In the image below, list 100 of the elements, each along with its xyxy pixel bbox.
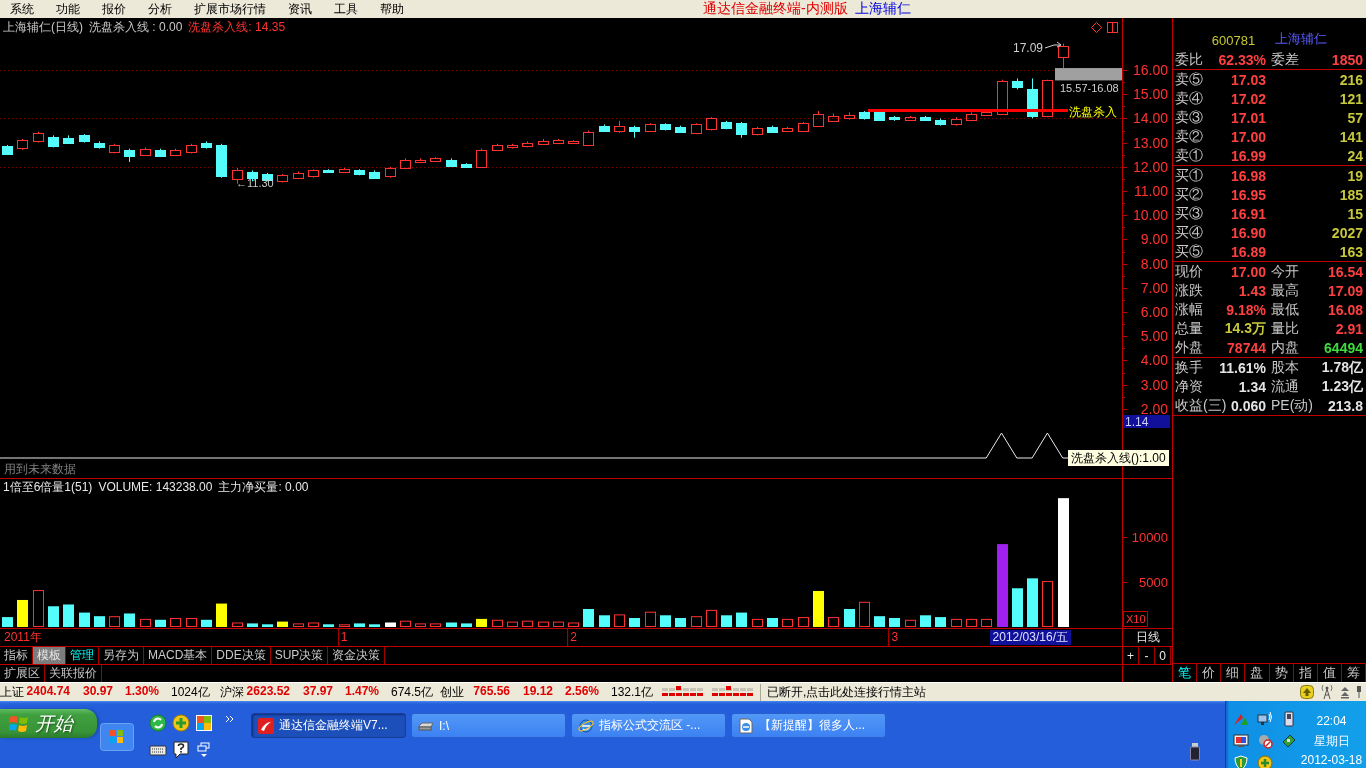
quote-value: 0.060 [1230,397,1266,414]
index-value: 2623.52 [245,683,290,700]
order-volume: 57 [1347,109,1363,126]
antenna-icon[interactable] [1320,684,1334,700]
menu-item[interactable]: 功能 [45,0,91,18]
order-volume: 141 [1339,128,1363,145]
help-icon[interactable] [172,741,190,759]
date-axis-label: 2 [567,629,579,646]
price-axis-label: 7.00 [1140,279,1168,296]
stock-name: 上海辅仁 [1275,30,1328,48]
order-volume: 163 [1339,243,1363,260]
card-icon[interactable] [1281,733,1297,749]
quote-label: 最低 [1271,300,1299,319]
device-icon[interactable] [1281,711,1297,727]
market-bars-icon [660,686,754,698]
network-icon[interactable] [1257,711,1273,727]
volume-header-text: VOLUME: 143238.00 [98,480,213,494]
monitor-icon[interactable] [1233,733,1249,749]
index-percent: 2.56% [563,683,599,700]
order-price: 16.99 [1230,147,1266,164]
diamond-icon[interactable] [1091,21,1102,33]
indicator-value: 洗盘杀入线: 14.35 [188,18,286,36]
price-axis-label: 11.00 [1134,183,1168,199]
price-axis-label: 4.00 [1140,352,1168,369]
tile-icon[interactable] [100,723,134,751]
blocked-icon[interactable] [1257,733,1273,749]
quote-label: 外盘 [1175,338,1203,357]
formula-tab[interactable]: 模板 [33,647,66,664]
year-label: 2011年 [4,629,42,646]
windows-logo-icon [9,714,29,733]
order-volume: 24 [1347,147,1363,164]
menu-item[interactable]: 系统 [0,0,45,18]
quote-label: 委差 [1271,50,1299,69]
leader-arrow [1044,41,1062,49]
pin-icon[interactable] [1356,685,1362,699]
index-change: 19.12 [521,683,553,700]
plus-icon[interactable] [172,714,190,732]
index-value: 2404.74 [25,683,70,700]
menu-item[interactable]: 工具 [323,0,369,18]
chart-title: 上海辅仁(日线) [3,18,83,36]
cursor-date-label: 2012/03/16/五 [989,630,1071,645]
quote-value: 1.23亿 [1321,377,1363,396]
menu-item[interactable]: 资讯 [277,0,323,18]
quote-label: 现价 [1175,262,1203,281]
quote-value: 16.54 [1327,263,1363,280]
order-price: 16.95 [1230,186,1266,203]
windows-icon[interactable] [195,741,213,759]
quote-label: 收益(三) [1175,396,1227,415]
price-axis-label: 2.00 [1140,400,1168,417]
order-price: 17.01 [1230,109,1266,126]
plus-icon[interactable] [1257,755,1273,768]
menu-item[interactable]: 报价 [91,0,137,18]
low-price-label: ←11.30 [236,177,274,189]
chevrons-up-icon[interactable] [1340,685,1350,699]
window-icon[interactable] [1107,21,1118,33]
quote-value: 17.00 [1230,263,1266,280]
date-axis-label: 3 [888,629,901,646]
price-axis-label: 5.00 [1140,328,1168,345]
indicator-readout: 洗盘杀入线 : 0.00 [89,18,183,36]
quote-label: 流通 [1271,377,1299,396]
date-axis-label: 1 [337,629,350,646]
index-name: 沪深 [220,683,244,701]
quote-label: 股本 [1271,358,1299,377]
price-range-label: 15.57-16.08 [1060,82,1119,94]
chevron-icon[interactable] [225,715,234,723]
refresh-icon[interactable] [149,714,167,732]
order-label: 卖⑤ [1175,70,1203,89]
index-turnover: 1024亿 [171,683,211,701]
price-axis-label: 9.00 [1140,231,1168,248]
menu-item[interactable]: 扩展市场行情 [183,0,277,18]
usb-drive-icon[interactable] [1190,743,1200,761]
indicator-tooltip: 洗盘杀入线():1.00 [1068,450,1169,466]
upload-icon[interactable] [1300,685,1314,699]
shield-icon[interactable] [1233,755,1249,768]
quote-value: 62.33% [1218,51,1266,68]
globe-icon [578,717,594,734]
quote-value: 2.91 [1335,320,1363,337]
quote-label: 涨跌 [1175,281,1203,300]
quote-value: 213.8 [1327,397,1363,414]
index-change: 30.97 [81,683,113,700]
start-button[interactable]: 开始 [0,709,97,738]
price-gap-band [1055,68,1122,81]
order-label: 买④ [1175,223,1203,242]
price-axis-label: 15.00 [1132,86,1168,103]
volume-axis-label: 5000 [1139,574,1168,590]
quote-label: 涨幅 [1175,300,1203,319]
price-axis-label: 8.00 [1140,255,1168,272]
tile-grid-icon[interactable] [195,714,213,732]
clock-weekday: 星期日 [1313,732,1350,750]
quote-label: 换手 [1175,358,1203,377]
menu-item[interactable]: 分析 [137,0,183,18]
index-name: 上证 [0,683,24,701]
quote-value: 1850 [1331,51,1363,68]
high-price-label: 17.09 [1013,41,1044,55]
menu-item[interactable]: 帮助 [369,0,415,18]
quote-value: 1.34 [1238,378,1266,395]
taskbar-button[interactable]: 通达信金融终端V7... [251,713,406,738]
connection-status-link[interactable]: 已断开,点击此处连接行情主站 [760,683,933,701]
order-label: 卖④ [1175,89,1203,108]
quote-value: 14.3万 [1224,319,1266,338]
